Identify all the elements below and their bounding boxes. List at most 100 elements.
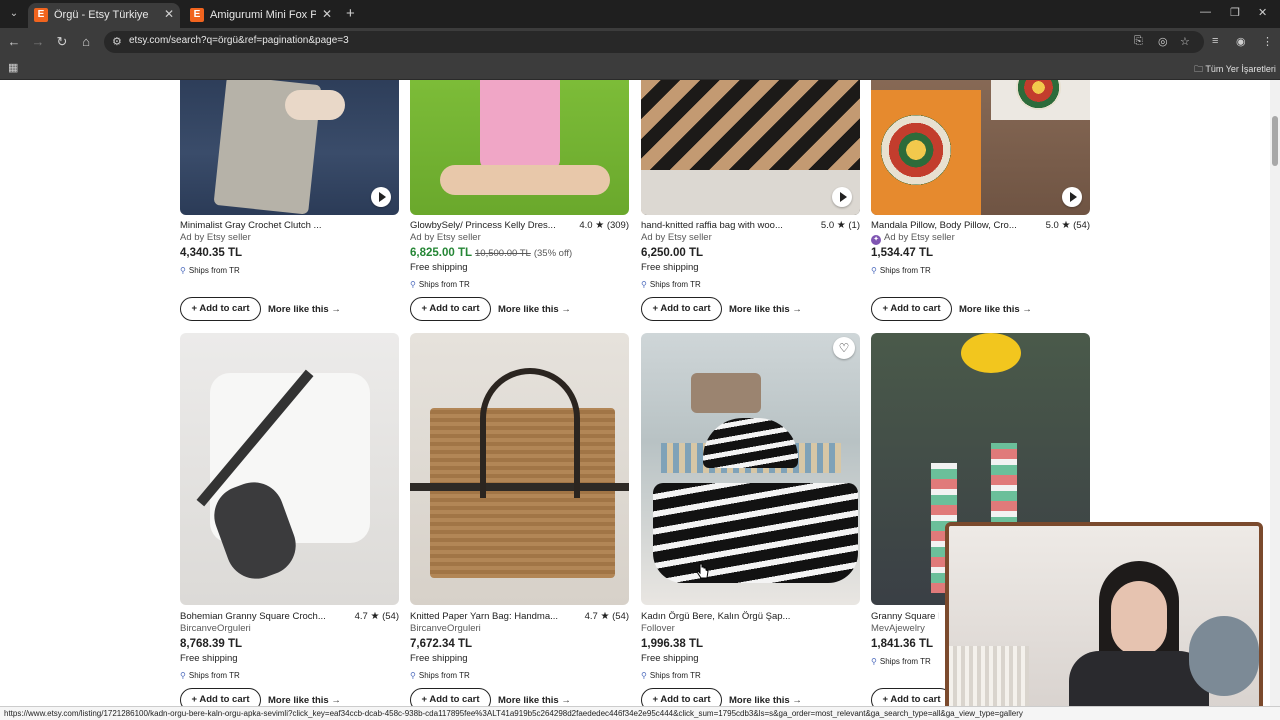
more-like-this-link[interactable]: More like this → (729, 304, 802, 315)
listing-image[interactable] (871, 80, 1090, 215)
listing-rating: 4.7 ★ (54) (584, 611, 629, 622)
scrollbar-thumb[interactable] (1272, 116, 1278, 166)
knit-beanie (703, 418, 798, 468)
site-info-icon[interactable]: ⚙ (112, 35, 122, 48)
location-pin-icon: ⚲ (180, 266, 186, 275)
listing-seller: Ad by Etsy seller (410, 232, 481, 243)
listing-seller: BircanveOrguleri (180, 623, 251, 634)
status-bar-link-preview: https://www.etsy.com/listing/1721286100/… (0, 706, 1280, 720)
listing-rating: 5.0 ★ (1) (820, 220, 860, 231)
listing-rating: 4.7 ★ (54) (354, 611, 399, 622)
more-like-this-link[interactable]: More like this → (498, 304, 571, 315)
forward-icon[interactable]: → (30, 34, 46, 49)
close-tab-icon[interactable]: ✕ (164, 7, 174, 21)
listing-seller: BircanveOrguleri (410, 623, 481, 634)
location-pin-icon: ⚲ (180, 671, 186, 680)
favorite-heart-icon[interactable]: ♡ (833, 337, 855, 359)
more-like-this-link[interactable]: More like this → (498, 695, 571, 706)
listing-rating: 4.0 ★ (309) (579, 220, 629, 231)
location-pin-icon: ⚲ (871, 266, 877, 275)
new-tab-icon[interactable]: + (346, 5, 355, 22)
close-window-icon[interactable]: ✕ (1258, 6, 1267, 19)
webcam-overlay (945, 522, 1263, 712)
tab-title: Amigurumi Mini Fox Pattern: C (210, 9, 316, 21)
tab-etsy-orgu[interactable]: E Örgü - Etsy Türkiye ✕ (28, 3, 180, 28)
home-icon[interactable]: ⌂ (78, 34, 94, 49)
star-icon: ★ (370, 611, 380, 622)
listing-image[interactable] (180, 80, 399, 215)
arrow-right-icon: → (792, 304, 802, 315)
ships-from: ⚲ Ships from TR (180, 671, 240, 680)
listing-title[interactable]: Granny Square E (871, 611, 939, 622)
ships-from: ⚲ Ships from TR (180, 266, 240, 275)
add-to-cart-button[interactable]: + Add to cart (871, 297, 952, 321)
location-pin-icon: ⚲ (641, 671, 647, 680)
listing-image[interactable] (410, 80, 629, 215)
toolbar: ← → ↻ ⌂ ⚙ etsy.com/search?q=örgü&ref=pag… (0, 28, 1280, 56)
listing-price: 1,841.36 TL (871, 638, 934, 650)
tab-amigurumi-fox[interactable]: E Amigurumi Mini Fox Pattern: C ✕ (184, 3, 338, 28)
listing-title[interactable]: Bohemian Granny Square Croch... (180, 611, 330, 622)
tab-title: Örgü - Etsy Türkiye (54, 9, 149, 21)
add-to-cart-button[interactable]: + Add to cart (180, 688, 261, 706)
profile-icon[interactable]: ◉ (1236, 35, 1246, 48)
url-text[interactable]: etsy.com/search?q=örgü&ref=pagination&pa… (129, 35, 349, 46)
add-to-cart-button[interactable]: + Add to cart (410, 297, 491, 321)
tab-strip: ⌄ E Örgü - Etsy Türkiye ✕ E Amigurumi Mi… (0, 0, 1280, 28)
listing-image[interactable] (410, 333, 629, 605)
play-video-icon[interactable] (832, 187, 852, 207)
arrow-right-icon: → (792, 695, 802, 706)
listing-title[interactable]: Mandala Pillow, Body Pillow, Cro... (871, 220, 1021, 231)
more-like-this-link[interactable]: More like this → (729, 695, 802, 706)
listing-title[interactable]: GlowbySely/ Princess Kelly Dres... (410, 220, 560, 231)
listing-image[interactable] (180, 333, 399, 605)
ships-from: ⚲ Ships from TR (871, 266, 931, 275)
play-video-icon[interactable] (371, 187, 391, 207)
add-to-cart-button[interactable]: + Add to cart (871, 688, 952, 706)
listing-image[interactable] (641, 80, 860, 215)
hand (285, 90, 345, 120)
etsy-favicon-icon: E (34, 8, 48, 22)
free-shipping: Free shipping (180, 653, 238, 664)
background-floor (641, 170, 860, 215)
ships-from: ⚲ Ships from TR (871, 657, 931, 666)
add-to-cart-button[interactable]: + Add to cart (641, 688, 722, 706)
minimize-icon[interactable]: — (1200, 6, 1211, 18)
free-shipping: Free shipping (641, 262, 699, 273)
reading-list-icon[interactable]: ≡ (1212, 35, 1218, 47)
play-video-icon[interactable] (1062, 187, 1082, 207)
address-bar[interactable]: ⚙ etsy.com/search?q=örgü&ref=pagination&… (104, 31, 1204, 53)
add-to-cart-button[interactable]: + Add to cart (641, 297, 722, 321)
menu-icon[interactable]: ⋮ (1262, 35, 1273, 48)
add-to-cart-button[interactable]: + Add to cart (180, 297, 261, 321)
apps-grid-icon[interactable]: ▦ (8, 61, 18, 74)
add-to-cart-button[interactable]: + Add to cart (410, 688, 491, 706)
tab-search-dropdown-icon[interactable]: ⌄ (6, 6, 22, 22)
close-tab-icon[interactable]: ✕ (322, 7, 332, 21)
listing-title[interactable]: Kadın Örgü Bere, Kalın Örgü Şap... (641, 611, 791, 622)
listing-title[interactable]: Knitted Paper Yarn Bag: Handma... (410, 611, 560, 622)
arrow-right-icon: → (561, 695, 571, 706)
listing-title[interactable]: Minimalist Gray Crochet Clutch ... (180, 220, 330, 231)
page-scrollbar[interactable] (1270, 80, 1280, 706)
more-like-this-link[interactable]: More like this → (959, 304, 1032, 315)
plush-toy (1189, 616, 1259, 696)
etsy-favicon-icon: E (190, 8, 204, 22)
translate-icon[interactable]: ⎘ (1134, 35, 1143, 48)
tracking-eye-icon[interactable]: ◎ (1158, 35, 1168, 48)
location-pin-icon: ⚲ (410, 280, 416, 289)
more-like-this-link[interactable]: More like this → (268, 695, 341, 706)
listing-title[interactable]: hand-knitted raffia bag with woo... (641, 220, 791, 231)
all-bookmarks-folder[interactable]: 🗀 Tüm Yer İşaretleri (1194, 62, 1276, 78)
restore-icon[interactable]: ❐ (1230, 6, 1240, 19)
back-icon[interactable]: ← (6, 34, 22, 49)
reload-icon[interactable]: ↻ (54, 34, 70, 50)
legs (440, 165, 610, 195)
listing-price: 6,825.00 TL 10,500.00 TL (35% off) (410, 247, 573, 259)
listing-image[interactable] (641, 333, 860, 605)
yellow-flower (961, 333, 1021, 373)
bookmark-star-icon[interactable]: ☆ (1180, 35, 1190, 48)
more-like-this-link[interactable]: More like this → (268, 304, 341, 315)
ships-from: ⚲ Ships from TR (641, 280, 701, 289)
ships-from: ⚲ Ships from TR (410, 280, 470, 289)
